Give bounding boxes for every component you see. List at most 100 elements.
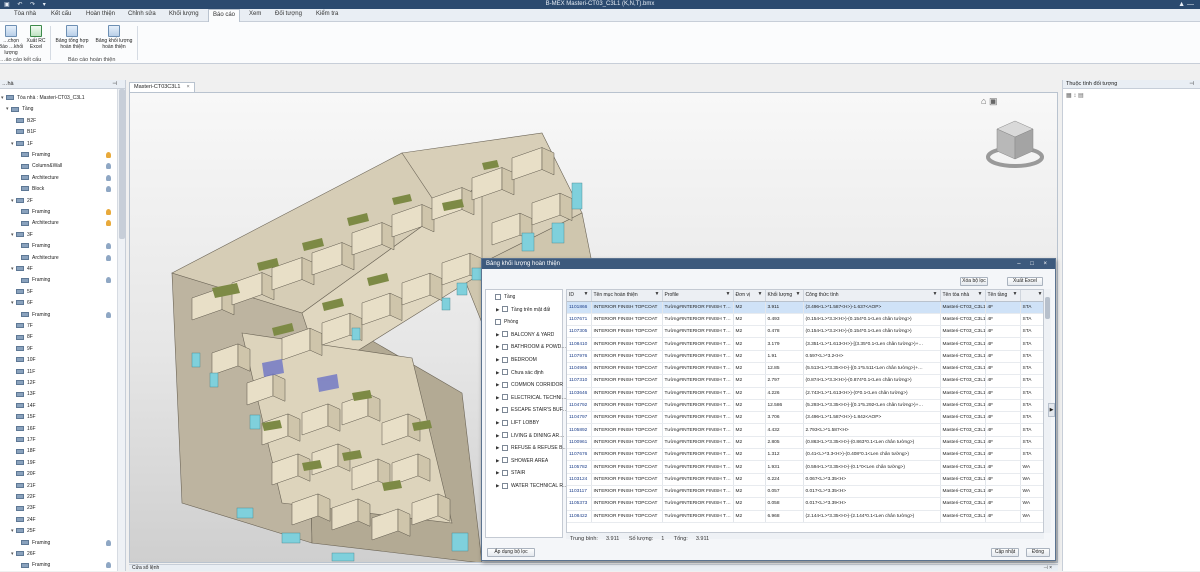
column-header[interactable]: Profile ▼ — [662, 290, 734, 302]
table-row[interactable]: 1107976 INTERIOR FINISH TOPCOAT Tường#INTE… — [567, 350, 1043, 363]
tree-scrollbar[interactable] — [117, 89, 125, 571]
filter-checkbox[interactable] — [495, 318, 501, 325]
tree-layer-item[interactable]: Framing — [16, 241, 111, 251]
filter-funnel-icon[interactable]: ▼ — [1013, 291, 1018, 297]
quantity-report-button[interactable]: …chọn Báo …khối lượng — [0, 25, 24, 56]
filter-checkbox[interactable] — [502, 432, 508, 439]
tree-layer-item[interactable]: Column&Wall — [16, 161, 111, 171]
tree-node[interactable]: 5F — [11, 287, 33, 297]
tree-node[interactable]: B1F — [11, 127, 36, 137]
visibility-bulb-icon[interactable] — [106, 311, 111, 318]
table-row[interactable]: 1101866 INTERIOR FINISH TOPCOAT Tường#INTE… — [567, 301, 1043, 314]
filter-item[interactable]: ▶ ESCAPE STAIR'S BUF… — [496, 404, 568, 416]
finish-summary-button[interactable]: Bảng tổng hợp hoàn thiện — [52, 25, 92, 50]
filter-funnel-icon[interactable]: ▼ — [933, 291, 938, 297]
tab-khoi-luong[interactable]: Khối lượng — [169, 11, 199, 17]
tree-node[interactable]: 8F — [11, 332, 33, 342]
column-header[interactable]: Tên mục hoàn thiện ▼ — [591, 290, 663, 302]
tree-layer-item[interactable]: Framing — [16, 560, 111, 570]
filter-item[interactable]: ▶ WATER TECHNICAL R… — [496, 480, 568, 492]
update-button[interactable]: Cập nhật — [991, 548, 1019, 557]
chevron-right-icon[interactable]: ▶ — [1048, 403, 1055, 417]
tree-node[interactable]: B2F — [11, 116, 36, 126]
visibility-bulb-icon[interactable] — [106, 163, 111, 170]
window-controls[interactable]: ▲ — — [1178, 0, 1194, 9]
filter-checkbox[interactable] — [502, 356, 508, 363]
tree-node[interactable]: 10F — [11, 355, 36, 365]
table-row[interactable]: 1104797 INTERIOR FINISH TOPCOAT Tường#INTE… — [567, 411, 1043, 425]
tree-layer-item[interactable]: Framing — [16, 150, 111, 160]
column-header[interactable]: Tên tầng ▼ — [985, 290, 1021, 302]
tree-layer-item[interactable]: Framing — [16, 538, 111, 548]
tree-layer-item[interactable]: Framing — [16, 207, 111, 217]
filter-checkbox[interactable] — [502, 457, 508, 464]
filter-item[interactable]: ▶ BALCONY & YARD — [496, 329, 554, 341]
tree-layer-item[interactable]: Architecture — [16, 253, 111, 263]
filter-item[interactable]: ▶ LIFT LOBBY — [496, 417, 539, 429]
tree-node[interactable]: 7F — [11, 321, 33, 331]
filter-funnel-icon[interactable]: ▼ — [655, 291, 660, 297]
table-row[interactable]: 1107671 INTERIOR FINISH TOPCOAT Tường#INTE… — [567, 313, 1043, 327]
filter-funnel-icon[interactable]: ▼ — [796, 291, 801, 297]
filter-checkbox[interactable] — [502, 407, 508, 414]
filter-funnel-icon[interactable]: ▼ — [584, 291, 589, 297]
tree-node[interactable]: 19F — [11, 458, 36, 468]
table-row[interactable]: 1107305 INTERIOR FINISH TOPCOAT Tường#INTE… — [567, 325, 1043, 339]
tree-node[interactable]: ▾ 6F — [11, 298, 33, 308]
camera-icon[interactable]: ▣ — [989, 96, 998, 106]
table-row[interactable]: 1108410 INTERIOR FINISH TOPCOAT Tường#INTE… — [567, 337, 1043, 351]
filter-item[interactable]: ▶ SHOWER AREA — [496, 455, 548, 467]
tree-node[interactable]: 20F — [11, 469, 36, 479]
table-row[interactable]: 1100961 INTERIOR FINISH TOPCOAT Tường#INTE… — [567, 436, 1043, 450]
visibility-bulb-icon[interactable] — [106, 209, 111, 215]
filter-checkbox[interactable] — [502, 306, 508, 313]
scroll-thumb[interactable] — [1045, 297, 1050, 319]
tree-node[interactable]: 17F — [11, 435, 36, 445]
column-header[interactable]: ID ▼ — [567, 290, 592, 302]
filter-item[interactable]: ▶ BATHROOM & POWD… — [496, 341, 566, 353]
filter-funnel-icon[interactable]: ▼ — [726, 291, 731, 297]
table-row[interactable]: 1107676 INTERIOR FINISH TOPCOAT Tường#INTE… — [567, 448, 1043, 462]
filter-checkbox[interactable] — [502, 381, 508, 388]
visibility-bulb-icon[interactable] — [106, 562, 111, 569]
tree-node[interactable]: 21F — [11, 481, 36, 491]
tree-node[interactable]: ▾ 25F — [11, 526, 36, 536]
tab-chinh-sua[interactable]: Chỉnh sửa — [128, 11, 156, 17]
filter-item[interactable]: ▶ LIVING & DINING AR… — [496, 430, 564, 442]
column-header[interactable]: Khối lượng ▼ — [765, 290, 804, 302]
filter-checkbox[interactable] — [502, 470, 508, 477]
apply-filter-button[interactable]: Áp dụng bộ lọc — [487, 548, 535, 557]
table-row[interactable]: 1105782 INTERIOR FINISH TOPCOAT Tường#INTE… — [567, 460, 1043, 474]
visibility-bulb-icon[interactable] — [106, 186, 111, 193]
export-excel-button[interactable]: Xuất Excel — [1007, 277, 1043, 286]
tab-toa-nha[interactable]: Tòa nhà — [14, 11, 36, 17]
export-rc-excel-button[interactable]: Xuất RC Excel — [24, 25, 48, 50]
pin-icon[interactable]: ⊣ — [112, 80, 117, 89]
filter-checkbox[interactable] — [502, 331, 508, 338]
view-cube-icon[interactable] — [985, 113, 1045, 173]
tree-node[interactable]: ▾ 1F — [11, 139, 33, 149]
table-row[interactable]: 1103646 INTERIOR FINISH TOPCOAT Tường#INTE… — [567, 387, 1043, 400]
filter-checkbox[interactable] — [502, 344, 508, 351]
tab-kiem-tra[interactable]: Kiểm tra — [316, 11, 338, 17]
tree-node[interactable]: 12F — [11, 378, 36, 388]
close-button[interactable]: Đóng — [1026, 548, 1050, 557]
visibility-bulb-icon[interactable] — [106, 539, 111, 546]
tree-node[interactable]: 18F — [11, 446, 36, 456]
tree-layer-item[interactable]: Framing — [16, 310, 111, 320]
quantity-table[interactable]: ID ▼ Tên mục hoàn thiện ▼ Profile ▼ Đơn vị ▼ Khố… — [566, 289, 1044, 533]
filter-item[interactable]: Tầng — [489, 291, 515, 303]
tree-node[interactable]: 15F — [11, 412, 36, 422]
filter-checkbox[interactable] — [502, 482, 508, 489]
close-icon[interactable]: × — [186, 84, 189, 90]
finish-quantity-button[interactable]: Bảng khối lượng hoàn thiện — [92, 25, 136, 50]
column-header[interactable]: Tên tòa nhà ▼ — [940, 290, 986, 302]
tree-node[interactable]: ▾ 3F — [11, 230, 33, 240]
table-row[interactable]: 1103124 INTERIOR FINISH TOPCOAT Tường#INTE… — [567, 473, 1043, 486]
filter-item[interactable]: Phòng — [489, 316, 518, 328]
dialog-window-controls[interactable]: – □ × — [1017, 259, 1051, 269]
column-header[interactable]: Công thức tính ▼ — [803, 290, 941, 302]
filter-item[interactable]: ▶ ELECTRICAL TECHNI… — [496, 392, 567, 404]
document-tab[interactable]: Masteri-CT03C3L1 × — [129, 82, 195, 92]
filter-checkbox[interactable] — [502, 444, 508, 451]
